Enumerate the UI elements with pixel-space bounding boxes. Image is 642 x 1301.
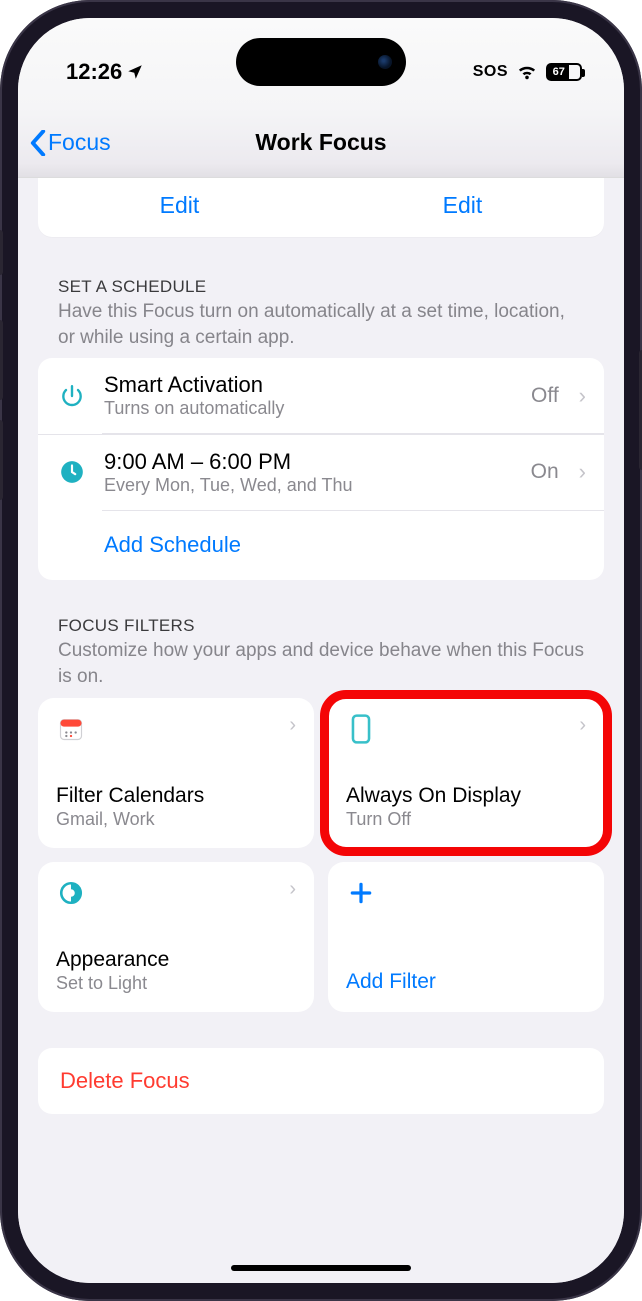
filter-card-subtitle: Turn Off — [346, 809, 586, 830]
delete-focus-label: Delete Focus — [60, 1068, 582, 1094]
schedule-list: Smart Activation Turns on automatically … — [38, 358, 604, 580]
add-filter-label: Add Filter — [346, 970, 586, 994]
status-sos: SOS — [473, 63, 508, 81]
chevron-right-icon: › — [579, 459, 586, 485]
wifi-icon — [516, 63, 538, 81]
filter-appearance-card[interactable]: › Appearance Set to Light — [38, 862, 314, 1012]
back-button[interactable]: Focus — [30, 129, 111, 156]
back-label: Focus — [48, 129, 111, 156]
row-title: 9:00 AM – 6:00 PM — [104, 449, 515, 475]
add-filter-card[interactable]: Add Filter — [328, 862, 604, 1012]
row-subtitle: Turns on automatically — [104, 398, 515, 419]
filter-card-subtitle: Gmail, Work — [56, 809, 296, 830]
row-value: Off — [531, 384, 559, 408]
side-button — [0, 230, 3, 275]
filters-header-title: FOCUS FILTERS — [58, 616, 584, 636]
filters-header-desc: Customize how your apps and device behav… — [58, 638, 584, 689]
battery-level: 67 — [548, 65, 569, 79]
dynamic-island — [236, 38, 406, 86]
chevron-right-icon: › — [579, 383, 586, 409]
power-icon — [56, 383, 88, 409]
plus-icon — [346, 878, 376, 908]
edit-button-right[interactable]: Edit — [321, 192, 604, 219]
battery-icon: 67 — [546, 63, 582, 81]
front-camera-icon — [378, 55, 392, 69]
row-smart-activation[interactable]: Smart Activation Turns on automatically … — [38, 358, 604, 433]
clock-icon — [56, 459, 88, 485]
side-button — [0, 420, 3, 500]
row-add-schedule[interactable]: Add Schedule — [38, 510, 604, 580]
edit-button-left[interactable]: Edit — [38, 192, 321, 219]
add-schedule-label: Add Schedule — [56, 532, 241, 558]
filter-card-title: Appearance — [56, 948, 296, 972]
filter-card-subtitle: Set to Light — [56, 973, 296, 994]
screen: 12:26 SOS 67 Focus Work Focus — [18, 18, 624, 1283]
schedule-header-desc: Have this Focus turn on automatically at… — [58, 299, 584, 350]
filter-always-on-display-card[interactable]: › Always On Display Turn Off — [328, 698, 604, 848]
phone-outline-icon — [346, 714, 376, 744]
filter-card-title: Always On Display — [346, 784, 586, 808]
chevron-right-icon: › — [579, 714, 586, 737]
row-subtitle: Every Mon, Tue, Wed, and Thu — [104, 475, 515, 496]
chevron-right-icon: › — [289, 714, 296, 737]
schedule-header-title: SET A SCHEDULE — [58, 277, 584, 297]
contrast-circle-icon — [56, 878, 86, 908]
customize-card-partial: Edit Edit — [38, 178, 604, 237]
page-title: Work Focus — [30, 129, 612, 156]
schedule-header: SET A SCHEDULE Have this Focus turn on a… — [38, 277, 604, 350]
calendar-icon — [56, 714, 86, 744]
nav-bar: Focus Work Focus — [18, 108, 624, 178]
delete-focus-button[interactable]: Delete Focus — [38, 1048, 604, 1114]
chevron-right-icon: › — [289, 878, 296, 901]
location-arrow-icon — [126, 63, 144, 81]
row-title: Smart Activation — [104, 372, 515, 398]
home-indicator[interactable] — [231, 1265, 411, 1271]
filters-header: FOCUS FILTERS Customize how your apps an… — [38, 616, 604, 689]
filters-grid: › Filter Calendars Gmail, Work › — [38, 698, 604, 1012]
iphone-frame: 12:26 SOS 67 Focus Work Focus — [0, 0, 642, 1301]
filter-card-title: Filter Calendars — [56, 784, 296, 808]
side-button — [0, 320, 3, 400]
filter-calendars-card[interactable]: › Filter Calendars Gmail, Work — [38, 698, 314, 848]
row-time-schedule[interactable]: 9:00 AM – 6:00 PM Every Mon, Tue, Wed, a… — [38, 434, 604, 510]
status-time: 12:26 — [66, 59, 122, 85]
content-scroll[interactable]: Edit Edit SET A SCHEDULE Have this Focus… — [18, 178, 624, 1283]
row-value: On — [531, 460, 559, 484]
